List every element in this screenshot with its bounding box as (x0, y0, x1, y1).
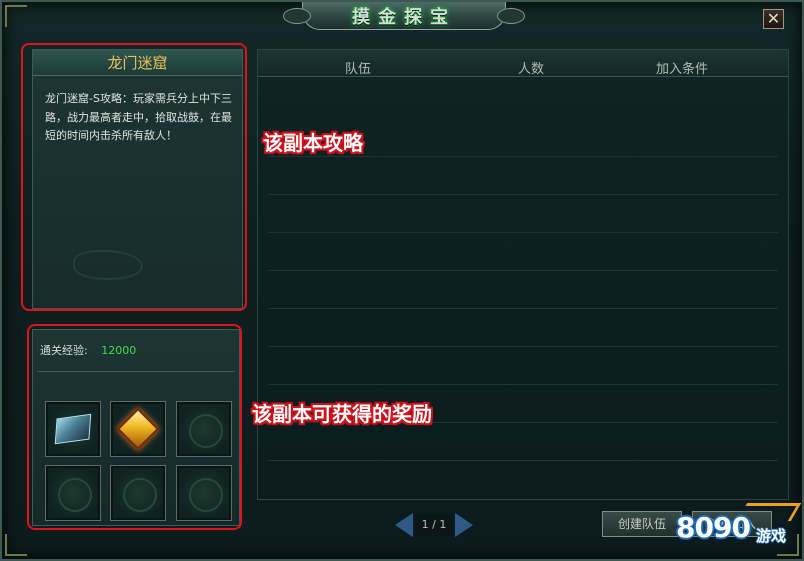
pager: 1 / 1 (395, 512, 473, 538)
close-button[interactable]: ✕ (763, 9, 784, 29)
annotation-reward-note: 该副本可获得的奖励 (252, 402, 432, 426)
next-page-icon[interactable] (455, 513, 473, 537)
table-row[interactable] (268, 156, 778, 157)
watermark-number: 8090 (676, 511, 751, 544)
annotation-box-strategy (21, 43, 247, 311)
window-title-plate: 摸金探宝 (283, 2, 525, 30)
team-list-header: 队伍 人数 加入条件 (258, 50, 788, 77)
column-condition: 加入条件 (656, 62, 709, 77)
table-row[interactable] (268, 270, 778, 271)
table-row[interactable] (268, 308, 778, 309)
table-row[interactable] (268, 460, 778, 461)
corner-ornament (5, 534, 27, 556)
corner-ornament (5, 5, 27, 27)
create-team-button[interactable]: 创建队伍 (602, 511, 682, 537)
annotation-strategy-note: 该副本攻略 (263, 131, 363, 155)
page-indicator: 1 / 1 (415, 514, 453, 536)
team-list: 队伍 人数 加入条件 (257, 49, 789, 500)
table-row[interactable] (268, 384, 778, 385)
table-row[interactable] (268, 232, 778, 233)
prev-page-icon[interactable] (395, 513, 413, 537)
watermark-text: 游戏 (756, 527, 787, 545)
annotation-box-reward (27, 324, 242, 530)
watermark-logo: 8090 游戏 (676, 503, 802, 557)
table-row[interactable] (268, 194, 778, 195)
window-title: 摸金探宝 (352, 6, 456, 28)
column-count: 人数 (518, 62, 545, 77)
column-team: 队伍 (345, 62, 372, 77)
table-row[interactable] (268, 346, 778, 347)
